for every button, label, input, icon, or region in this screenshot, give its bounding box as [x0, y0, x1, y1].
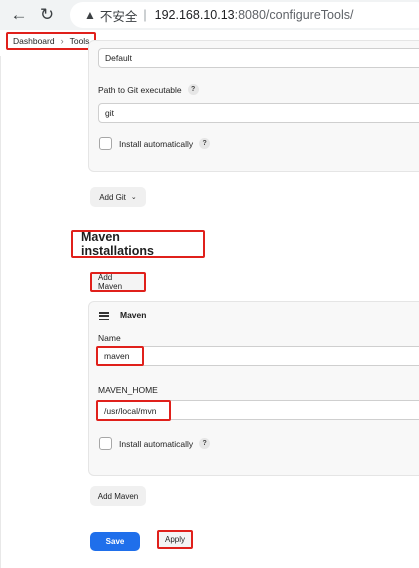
add-git-label: Add Git [99, 192, 126, 202]
git-install-auto-label: Install automatically [119, 138, 194, 149]
help-icon[interactable]: ? [199, 438, 211, 449]
maven-install-auto-label: Install automatically [119, 438, 194, 449]
add-maven-top-button[interactable]: Add Maven [90, 272, 146, 292]
url-separator: | [143, 8, 147, 22]
breadcrumb: Dashboard › Tools [6, 32, 97, 50]
git-path-input[interactable]: git [98, 103, 419, 123]
url-path: :8080/configureTools/ [234, 8, 354, 22]
warning-triangle-icon: ▲ [84, 8, 96, 22]
maven-install-auto-checkbox[interactable] [99, 437, 112, 450]
maven-installations-title: Maven installations [71, 230, 205, 258]
add-git-button[interactable]: Add Git ⌄ [90, 187, 146, 207]
address-bar[interactable]: ▲ 不安全 | 192.168.10.13:8080/configureTool… [70, 2, 419, 28]
chevron-right-icon: › [60, 36, 64, 46]
save-button[interactable]: Save [90, 532, 140, 551]
maven-name-label: Name [98, 333, 121, 343]
help-icon[interactable]: ? [187, 84, 199, 95]
maven-home-label: MAVEN_HOME [98, 385, 158, 395]
browser-toolbar: ← ↻ ▲ 不安全 | 192.168.10.13:8080/configure… [0, 0, 419, 30]
back-arrow-icon[interactable]: ← [8, 4, 30, 26]
breadcrumb-dashboard[interactable]: Dashboard [13, 36, 55, 46]
apply-button[interactable]: Apply [157, 530, 193, 549]
drag-handle-icon[interactable] [99, 312, 109, 321]
maven-install-auto-row: Install automatically ? [99, 437, 211, 450]
reload-icon[interactable]: ↻ [36, 4, 58, 26]
maven-home-input[interactable]: /usr/local/mvn [96, 400, 171, 421]
url-host: 192.168.10.13 [154, 8, 235, 22]
insecure-label: 不安全 [99, 9, 138, 24]
chevron-down-icon: ⌄ [130, 194, 137, 201]
git-install-auto-row: Install automatically ? [99, 137, 211, 150]
git-path-label-text: Path to Git executable [98, 84, 182, 95]
maven-name-input-frame [98, 346, 419, 366]
help-icon[interactable]: ? [199, 138, 211, 149]
page-left-border [0, 56, 1, 568]
maven-card-title: Maven [120, 310, 147, 320]
maven-name-input[interactable]: maven [96, 346, 144, 366]
git-path-label: Path to Git executable ? [98, 84, 199, 95]
breadcrumb-tools[interactable]: Tools [70, 36, 90, 46]
git-name-input[interactable]: Default [98, 48, 419, 68]
git-install-auto-checkbox[interactable] [99, 137, 112, 150]
add-maven-bottom-button[interactable]: Add Maven [90, 486, 146, 506]
